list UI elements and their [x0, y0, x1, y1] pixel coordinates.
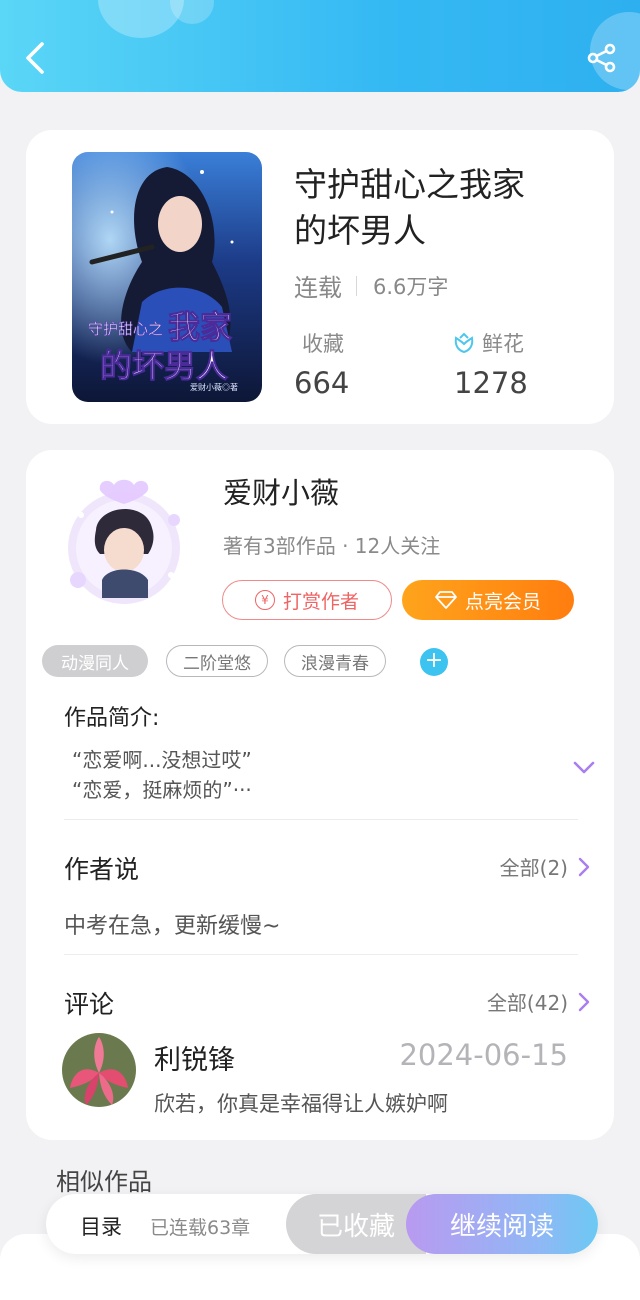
cover-title-small: 守护甜心之	[88, 321, 163, 338]
author-says-title: 作者说	[64, 855, 140, 884]
toc-button[interactable]: 目录	[80, 1211, 122, 1241]
serial-status: 连载	[294, 274, 342, 302]
intro-line: “恋爱啊...没想过哎”	[72, 748, 252, 772]
similar-works-title: 相似作品	[56, 1168, 152, 1196]
author-meta: 著有3部作品 · 12人关注	[223, 534, 441, 558]
intro-line: “恋爱，挺麻烦的”···	[72, 778, 252, 802]
tag-chip[interactable]: 浪漫青春	[284, 645, 386, 677]
book-title: 守护甜心之我家 的坏男人	[294, 162, 584, 254]
book-title-line: 守护甜心之我家	[294, 165, 525, 204]
flower-icon	[454, 332, 474, 354]
chevron-right-icon	[578, 857, 590, 876]
book-cover[interactable]: 守护甜心之 我家 的坏男人 爱财小薇◎著	[72, 152, 262, 402]
diamond-icon	[435, 591, 457, 609]
status-divider	[356, 275, 357, 296]
author-avatar[interactable]	[56, 470, 196, 610]
activate-vip-label: 点亮会员	[464, 590, 541, 613]
collected-button[interactable]: 已收藏	[286, 1194, 426, 1254]
cover-title-big-1: 我家	[168, 309, 232, 345]
author-says-text: 中考在急，更新缓慢~	[64, 914, 281, 939]
chapter-count: 已连载63章	[150, 1217, 251, 1239]
comments-title: 评论	[64, 990, 115, 1019]
flowers-label: 鲜花	[482, 332, 524, 356]
favorites-count: 664	[294, 366, 350, 400]
chevron-right-icon	[578, 992, 590, 1011]
cover-illustration: 守护甜心之 我家 的坏男人 爱财小薇◎著	[72, 152, 262, 402]
chevron-down-icon[interactable]	[572, 760, 596, 776]
comments-all-link[interactable]: 全部(42)	[487, 987, 590, 1016]
reward-author-button[interactable]: ¥ 打赏作者	[222, 580, 392, 620]
tag-chip[interactable]: 二阶堂悠	[166, 645, 268, 677]
book-title-line: 的坏男人	[294, 211, 426, 250]
word-count: 6.6万字	[373, 274, 449, 299]
book-info-card: 守护甜心之 我家 的坏男人 爱财小薇◎著 守护甜心之我家 的坏男人 连载 6.6…	[26, 130, 614, 424]
cover-author-small: 爱财小薇◎著	[190, 382, 238, 392]
comment-text: 欣若，你真是幸福得让人嫉妒啊	[154, 1092, 448, 1116]
activate-vip-button[interactable]: 点亮会员	[402, 580, 574, 620]
author-card: 爱财小薇 著有3部作品 · 12人关注 ¥ 打赏作者 点亮会员 动漫同人 二阶堂…	[26, 450, 614, 1140]
flowers-count: 1278	[454, 366, 528, 400]
top-header	[0, 0, 640, 92]
intro-title: 作品简介:	[64, 706, 160, 731]
commenter-name[interactable]: 利锐锋	[154, 1038, 235, 1077]
continue-reading-button[interactable]: 继续阅读	[406, 1194, 598, 1254]
author-says-all-label: 全部(2)	[499, 856, 568, 880]
flowers-stat[interactable]: 鲜花	[452, 328, 524, 358]
author-name[interactable]: 爱财小薇	[223, 470, 339, 512]
reward-author-label: 打赏作者	[282, 590, 359, 613]
coin-icon: ¥	[254, 590, 275, 610]
comment-date: 2024-06-15	[399, 1038, 568, 1072]
bottom-action-bar: 目录 已连载63章 已收藏 继续阅读	[46, 1194, 598, 1254]
chevron-left-icon[interactable]	[22, 38, 48, 78]
commenter-avatar[interactable]	[62, 1033, 136, 1107]
divider	[64, 954, 578, 955]
author-says-all-link[interactable]: 全部(2)	[500, 852, 590, 881]
cover-title-big-2: 的坏男人	[100, 348, 228, 384]
tag-chip[interactable]: 动漫同人	[42, 645, 148, 677]
share-icon[interactable]	[586, 42, 618, 74]
add-tag-button[interactable]: +	[420, 648, 448, 676]
divider	[64, 819, 578, 820]
favorites-label: 收藏	[302, 332, 344, 356]
book-status-row: 连载 6.6万字	[294, 268, 448, 303]
comments-all-label: 全部(42)	[486, 991, 568, 1015]
